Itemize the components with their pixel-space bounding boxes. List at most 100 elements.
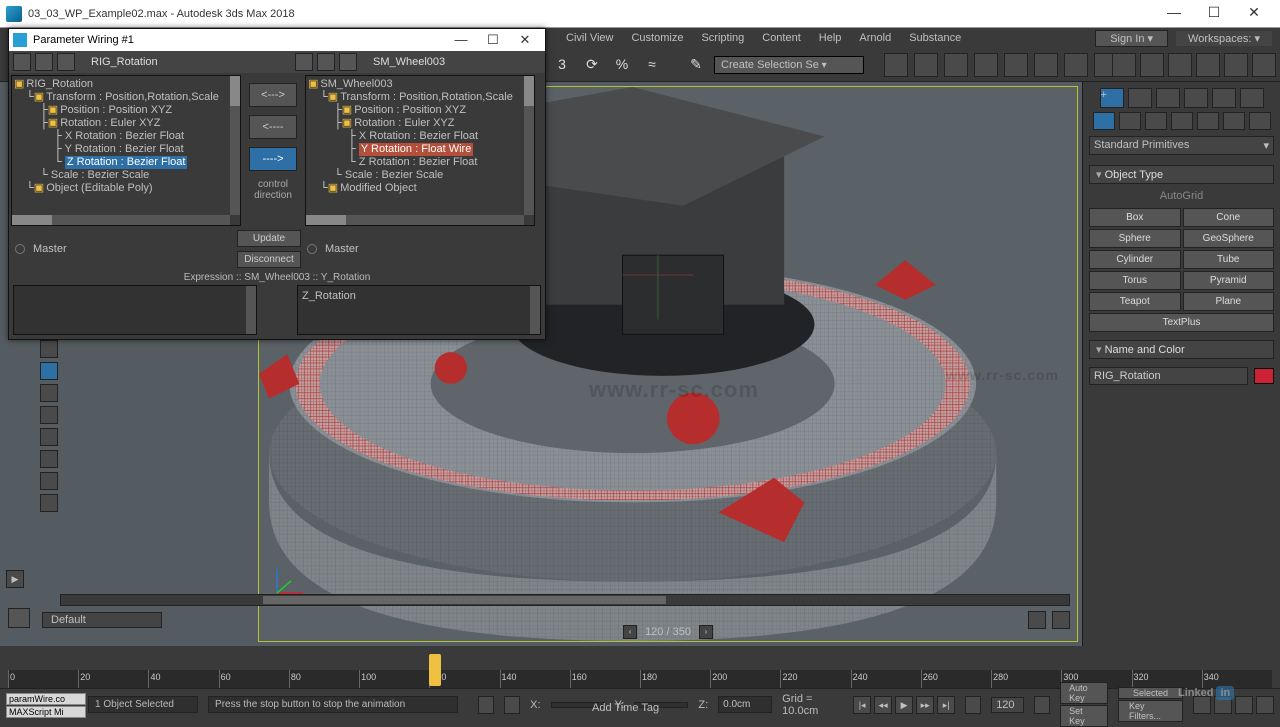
object-name-input[interactable] (1089, 367, 1248, 385)
object-color-swatch[interactable] (1254, 368, 1274, 384)
setkey-button[interactable]: Set Key (1060, 705, 1108, 727)
dialog-minimize-button[interactable]: — (445, 32, 477, 48)
primitive-cone-button[interactable]: Cone (1183, 208, 1275, 227)
key-filters-button[interactable]: Key Filters... (1118, 700, 1183, 722)
curve-editor-icon[interactable] (1004, 53, 1028, 77)
menu-help[interactable]: Help (819, 32, 842, 44)
ribbon-icon[interactable] (974, 53, 998, 77)
update-button[interactable]: Update (237, 230, 301, 247)
selection-set-dropdown[interactable]: Create Selection Se ▾ (714, 56, 864, 74)
primitive-cylinder-button[interactable]: Cylinder (1089, 250, 1181, 269)
menu-customize[interactable]: Customize (631, 32, 683, 44)
lights-cat-icon[interactable] (1145, 112, 1167, 130)
pw-find-right-icon[interactable] (295, 53, 313, 71)
percent-snap-icon[interactable]: % (610, 53, 634, 77)
primitive-plane-button[interactable]: Plane (1183, 292, 1275, 311)
left-selected-z-rotation[interactable]: Z Rotation : Bezier Float (65, 156, 188, 169)
lt-btn5[interactable] (40, 428, 58, 446)
geometry-type-dropdown[interactable]: Standard Primitives ▾ (1089, 136, 1274, 155)
viewport-hscroll[interactable] (60, 594, 1070, 606)
create-tab[interactable]: + (1100, 88, 1124, 108)
menu-civilview[interactable]: Civil View (566, 32, 613, 44)
render-btn3-icon[interactable] (1252, 53, 1276, 77)
name-color-rollout[interactable]: Name and Color (1089, 340, 1274, 359)
dialog-maximize-button[interactable]: ☐ (477, 32, 509, 48)
lt-btn7[interactable] (40, 472, 58, 490)
primitive-tube-button[interactable]: Tube (1183, 250, 1275, 269)
signin-dropdown[interactable]: Sign In ▾ (1095, 30, 1168, 47)
next-frame-button[interactable]: ▸▸ (916, 696, 934, 714)
goto-end-button[interactable]: ▸| (937, 696, 955, 714)
display-tab[interactable] (1212, 88, 1236, 108)
menu-arnold[interactable]: Arnold (859, 32, 891, 44)
dir-two-way-button[interactable]: <---> (249, 83, 297, 107)
layer-default-dropdown[interactable]: Default (42, 612, 162, 628)
lock-selection-icon[interactable] (478, 696, 494, 714)
key-mode-icon[interactable] (965, 696, 981, 714)
edit-named-sel-icon[interactable]: ✎ (684, 53, 708, 77)
modify-tab[interactable] (1128, 88, 1152, 108)
maximize-button[interactable]: ☐ (1194, 2, 1234, 26)
spinner-snap-icon[interactable]: ≈ (640, 53, 664, 77)
isol-icon[interactable] (504, 696, 520, 714)
right-selected-y-rotation[interactable]: Y Rotation : Float Wire (359, 143, 473, 156)
render-icon[interactable] (1168, 53, 1192, 77)
play-button[interactable]: ▶ (895, 696, 913, 714)
pw-refresh-right-icon[interactable] (339, 53, 357, 71)
dope-sheet-icon[interactable] (1034, 53, 1058, 77)
primitive-teapot-button[interactable]: Teapot (1089, 292, 1181, 311)
right-tree-vscroll[interactable] (524, 76, 534, 215)
autogrid-checkbox[interactable]: AutoGrid (1089, 188, 1274, 204)
schematic-view-icon[interactable] (1064, 53, 1088, 77)
primitive-textplus-button[interactable]: TextPlus (1089, 313, 1274, 332)
right-tree[interactable]: ▣SM_Wheel003 └▣Transform : Position,Rota… (305, 75, 535, 226)
left-tree[interactable]: ▣RIG_Rotation └▣Transform : Position,Rot… (11, 75, 241, 226)
lt-btn3[interactable] (40, 384, 58, 402)
pw-find-left-icon[interactable] (13, 53, 31, 71)
mirror-icon[interactable] (884, 53, 908, 77)
primitive-sphere-button[interactable]: Sphere (1089, 229, 1181, 248)
primitive-torus-button[interactable]: Torus (1089, 271, 1181, 290)
dir-right-button[interactable]: ----> (249, 147, 297, 171)
dialog-close-button[interactable]: ✕ (509, 32, 541, 48)
pw-save-right-icon[interactable] (317, 53, 335, 71)
render-setup-icon[interactable] (1112, 53, 1136, 77)
render-frame-icon[interactable] (1140, 53, 1164, 77)
layer-btn1[interactable] (1028, 611, 1046, 629)
leftdock-btn[interactable] (8, 608, 30, 628)
disconnect-button[interactable]: Disconnect (237, 251, 301, 268)
time-config-icon[interactable] (1034, 696, 1050, 714)
lt-btn2[interactable] (40, 362, 58, 380)
right-expression-input[interactable]: Z_Rotation (297, 285, 541, 335)
dir-left-button[interactable]: <---- (249, 115, 297, 139)
left-tree-vscroll[interactable] (230, 76, 240, 215)
layer-icon[interactable] (944, 53, 968, 77)
render-preset-icon[interactable] (1196, 53, 1220, 77)
minimize-button[interactable]: — (1154, 2, 1194, 26)
menu-content[interactable]: Content (762, 32, 801, 44)
dialog-titlebar[interactable]: Parameter Wiring #1 — ☐ ✕ (9, 29, 545, 51)
left-tree-hscroll[interactable] (12, 215, 230, 225)
layer-btn2[interactable] (1052, 611, 1070, 629)
object-type-rollout[interactable]: Object Type (1089, 165, 1274, 184)
lt-btn1[interactable] (40, 340, 58, 358)
snap-3-icon[interactable]: 3 (550, 53, 574, 77)
pw-save-left-icon[interactable] (35, 53, 53, 71)
lt-btn8[interactable] (40, 494, 58, 512)
systems-cat-icon[interactable] (1249, 112, 1271, 130)
parameter-wiring-dialog[interactable]: Parameter Wiring #1 — ☐ ✕ RIG_Rotation S… (8, 28, 546, 340)
left-expression-input[interactable] (13, 285, 257, 335)
lt-btn6[interactable] (40, 450, 58, 468)
motion-tab[interactable] (1184, 88, 1208, 108)
maxscript-line2[interactable]: MAXScript Mi (6, 706, 86, 718)
align-icon[interactable] (914, 53, 938, 77)
space-warps-cat-icon[interactable] (1223, 112, 1245, 130)
render-btn2-icon[interactable] (1224, 53, 1248, 77)
key-target-dropdown[interactable]: Selected (1118, 687, 1183, 699)
right-tree-hscroll[interactable] (306, 215, 524, 225)
primitive-geosphere-button[interactable]: GeoSphere (1183, 229, 1275, 248)
cameras-cat-icon[interactable] (1171, 112, 1193, 130)
hierarchy-tab[interactable] (1156, 88, 1180, 108)
close-button[interactable]: ✕ (1234, 2, 1274, 26)
z-coord[interactable]: 0.0cm (718, 696, 772, 713)
